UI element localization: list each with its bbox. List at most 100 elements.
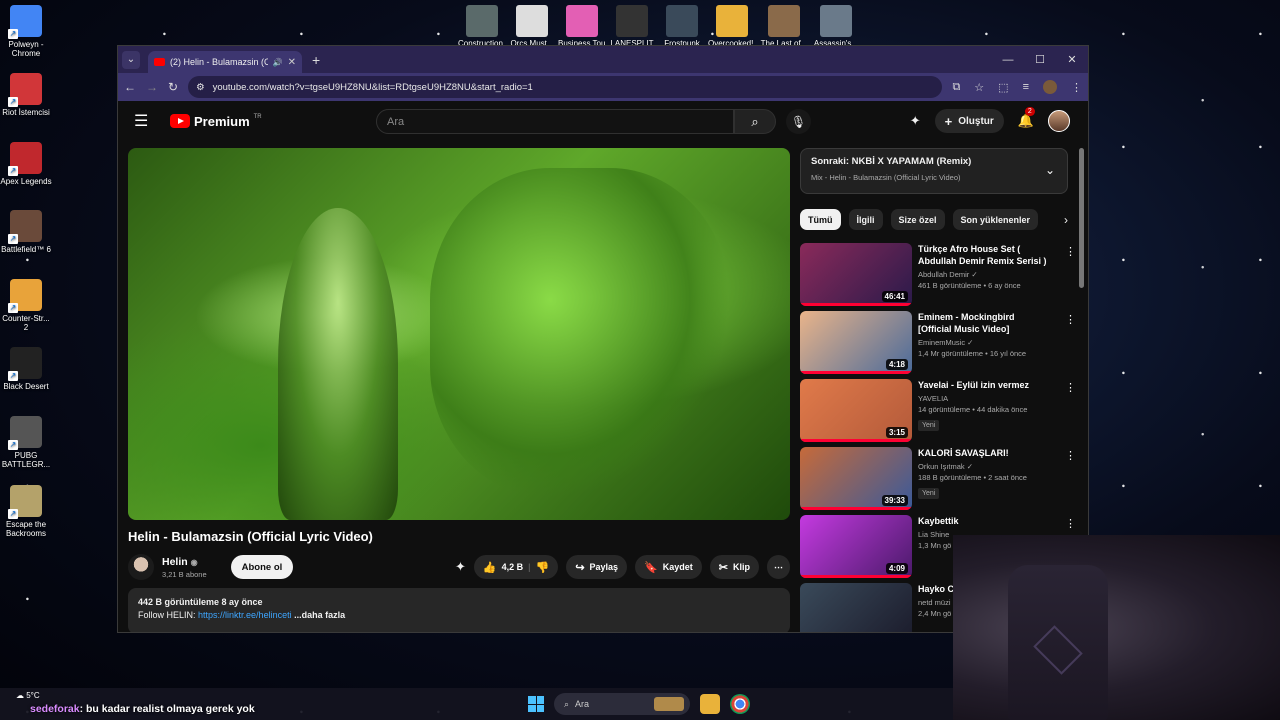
up-next-panel[interactable]: Sonraki: NKBİ X YAPAMAM (Remix) Mix - He… [800,148,1068,194]
windows-start-icon[interactable] [528,696,544,712]
desktop-icon[interactable]: Riot İstemcisi [0,73,52,117]
video-player[interactable] [128,148,790,520]
scrollbar[interactable] [1079,148,1084,288]
video-thumbnail[interactable] [800,583,912,632]
file-explorer-icon[interactable] [700,694,720,714]
reload-icon[interactable]: ↻ [168,80,178,94]
chrome-taskbar-icon[interactable] [730,694,750,714]
desktop-icon[interactable]: Polweyn - Chrome [0,5,52,58]
desktop-icon[interactable]: PUBG BATTLEGR... [0,416,52,469]
recommendation-channel[interactable]: YAVELIA [918,394,1050,403]
recommendation-item[interactable]: 39:33 KALORİ SAVAŞLARI! Orkun Işıtmak ✓ 188… [800,447,1080,515]
tab-close-icon[interactable]: ✕ [288,57,296,68]
desktop-icon[interactable]: Apex Legends [0,142,52,186]
desktop-icon[interactable]: Battlefield™ 6 [0,210,52,254]
hamburger-menu-icon[interactable]: ☰ [134,111,158,131]
desktop-icon[interactable]: Assassin's... [812,5,860,48]
site-info-icon[interactable]: ⚙ [196,82,205,93]
install-icon[interactable]: ⧉ [952,81,960,94]
forward-icon[interactable]: → [146,80,158,94]
desktop-icon[interactable]: The Last of... [760,5,808,48]
share-button[interactable]: ↪ Paylaş [566,555,628,579]
more-options-icon[interactable]: ⋮ [1065,313,1076,326]
more-actions-button[interactable]: ⋯ [767,555,790,579]
menu-dots-icon[interactable]: ⋮ [1071,81,1082,94]
desktop-icon[interactable]: Frostpunk [658,5,706,48]
thumbs-down-icon[interactable]: 👎 [536,561,550,574]
like-button[interactable]: 👍 4,2 B | 👎 [473,555,559,579]
chip-related[interactable]: İlgili [848,209,883,230]
channel-name[interactable]: Helin ◉ [162,556,207,568]
back-icon[interactable]: ← [124,80,136,94]
video-thumbnail[interactable]: 3:15 [800,379,912,442]
search-input[interactable]: Ara [376,109,734,134]
desktop-icon[interactable]: Counter-Str... 2 [0,279,52,332]
taskbar-search[interactable]: ⌕ Ara [554,693,690,715]
weather-widget[interactable]: ☁ 5°C [16,691,40,701]
youtube-play-icon [170,114,190,128]
logo-text: Premium [194,113,250,129]
subscribe-button[interactable]: Abone ol [230,555,294,579]
video-thumbnail[interactable]: 39:33 [800,447,912,510]
desktop-icon[interactable]: Business Tour... [558,5,606,48]
chevron-down-icon[interactable]: ⌄ [1045,163,1055,177]
desktop-icon[interactable]: Black Desert [0,347,52,391]
media-control-icon[interactable]: ≡ [1023,81,1029,93]
more-options-icon[interactable]: ⋮ [1065,449,1076,462]
desktop-icon[interactable]: LANESPLIT [608,5,656,48]
new-tab-button[interactable]: + [312,52,320,68]
desktop-icon[interactable]: Escape the Backrooms [0,485,52,538]
video-thumbnail[interactable]: 4:09 [800,515,912,578]
account-avatar[interactable] [1048,110,1070,132]
create-button[interactable]: + Oluştur [934,109,1004,133]
chip-for-you[interactable]: Size özel [890,209,945,230]
extensions-icon[interactable]: ⬚ [998,81,1008,94]
clip-button[interactable]: ✂ Klip [709,555,759,579]
save-button[interactable]: 🔖 Kaydet [635,555,702,579]
weather-icon: ☁ [16,691,24,700]
recommendation-title[interactable]: Yavelai - Eylül izin vermez [918,379,1050,391]
premium-ai-icon[interactable]: ✦ [455,559,466,575]
more-options-icon[interactable]: ⋮ [1065,381,1076,394]
notifications-bell-icon[interactable]: 🔔 2 [1018,107,1035,129]
desktop-icon[interactable]: Orcs Must... [508,5,556,48]
description-box[interactable]: 442 B görüntüleme 8 ay önce Follow HELIN… [128,588,790,632]
channel-avatar[interactable] [128,554,154,580]
close-window-button[interactable]: ✕ [1056,46,1088,73]
recommendation-title[interactable]: Türkçe Afro House Set ( Abdullah Demir R… [918,243,1050,267]
more-options-icon[interactable]: ⋮ [1065,517,1076,530]
recommendation-channel[interactable]: Orkun Işıtmak ✓ [918,462,1050,471]
recommendation-title[interactable]: Eminem - Mockingbird [Official Music Vid… [918,311,1050,335]
youtube-logo[interactable]: Premium TR [170,114,262,129]
video-thumbnail[interactable]: 4:18 [800,311,912,374]
recommendation-channel[interactable]: EminemMusic ✓ [918,338,1050,347]
maximize-button[interactable]: ☐ [1024,46,1056,73]
more-options-icon[interactable]: ⋮ [1065,245,1076,258]
url-field[interactable]: ⚙ youtube.com/watch?v=tgseU9HZ8NU&list=R… [188,76,943,98]
filter-chips: Tümü İlgili Size özel Son yüklenenler › [800,209,1068,230]
app-icon [8,485,42,519]
desktop-icon[interactable]: Overcooked!... [708,5,756,48]
chevron-right-icon[interactable]: › [1064,213,1068,227]
minimize-button[interactable]: — [992,46,1024,73]
recommendation-item[interactable]: 46:41 Türkçe Afro House Set ( Abdullah De… [800,243,1080,311]
video-thumbnail[interactable]: 46:41 [800,243,912,306]
search-icon[interactable]: ⌕ [734,109,776,134]
recommendation-channel[interactable]: Abdullah Demir ✓ [918,270,1050,279]
bookmark-star-icon[interactable]: ☆ [974,81,984,94]
premium-sparkle-icon[interactable]: ✦ [910,113,921,129]
desktop-icon[interactable]: Construction... [458,5,506,48]
profile-avatar-icon[interactable] [1043,80,1057,94]
chip-all[interactable]: Tümü [800,209,841,230]
chip-recent[interactable]: Son yüklenenler [952,209,1039,230]
browser-tab[interactable]: (2) Helin - Bulamazsin (Offic 🔊 ✕ [148,51,302,73]
recommendation-item[interactable]: 4:18 Eminem - Mockingbird [Official Music… [800,311,1080,379]
recommendation-title[interactable]: KALORİ SAVAŞLARI! [918,447,1050,459]
recommendation-item[interactable]: 3:15 Yavelai - Eylül izin vermez YAVELIA 14… [800,379,1080,447]
recommendation-title[interactable]: Kaybettik [918,515,1050,527]
description-link[interactable]: https://linktr.ee/helinceti [198,610,292,620]
speaker-icon[interactable]: 🔊 [273,58,283,67]
microphone-icon[interactable]: 🎙 [786,109,811,134]
show-more-link[interactable]: ...daha fazla [292,610,345,620]
tab-search-button[interactable]: ⌄ [122,50,140,69]
